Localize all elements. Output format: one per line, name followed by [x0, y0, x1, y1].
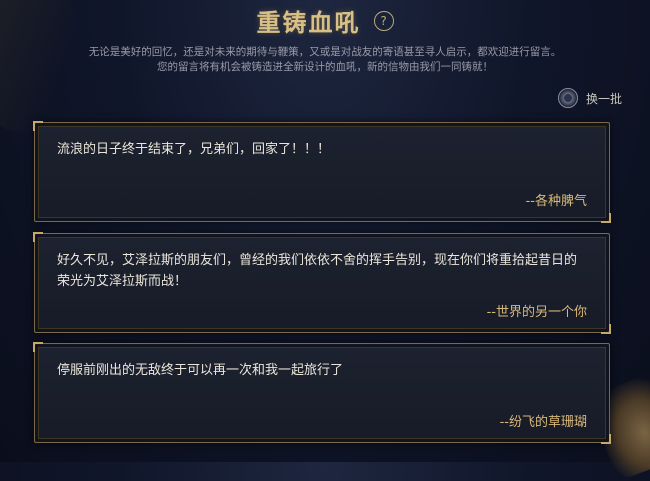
- description-line-2: 您的留言将有机会被铸造进全新设计的血吼，新的信物由我们一同铸就！: [157, 61, 493, 73]
- refresh-icon: [557, 88, 578, 108]
- message-text: 停服前刚出的无敌终于可以再一次和我一起旅行了: [57, 363, 344, 378]
- message-card-2: 好久不见，艾泽拉斯的朋友们，曾经的我们依依不舍的挥手告别，现在你们将重拾起昔日的…: [33, 232, 611, 334]
- message-card-1: 流浪的日子终于结束了，兄弟们，回家了！！！ --各种脾气: [33, 121, 611, 223]
- message-card-3: 停服前刚出的无敌终于可以再一次和我一起旅行了 --纷飞的草珊瑚: [33, 342, 611, 444]
- header: 重铸血吼 ?: [0, 3, 650, 38]
- message-signature: --世界的另一个你: [486, 305, 587, 320]
- message-text: 流浪的日子终于结束了，兄弟们，回家了！！！: [57, 142, 331, 157]
- page-title: 重铸血吼: [256, 9, 361, 37]
- message-signature: --纷飞的草珊瑚: [499, 415, 587, 430]
- refresh-label: 换一批: [585, 91, 622, 106]
- message-signature: --各种脾气: [525, 194, 587, 209]
- description-line-1: 无论是美好的回忆，还是对未来的期待与鞭策，又或是对战友的寄语甚至寻人启示，都欢迎…: [88, 46, 562, 58]
- description: 无论是美好的回忆，还是对未来的期待与鞭策，又或是对战友的寄语甚至寻人启示，都欢迎…: [0, 45, 650, 75]
- message-text: 好久不见，艾泽拉斯的朋友们，曾经的我们依依不舍的挥手告别，现在你们将重拾起昔日的…: [57, 253, 578, 289]
- refresh-button[interactable]: 换一批: [557, 88, 622, 108]
- help-icon[interactable]: ?: [373, 10, 394, 31]
